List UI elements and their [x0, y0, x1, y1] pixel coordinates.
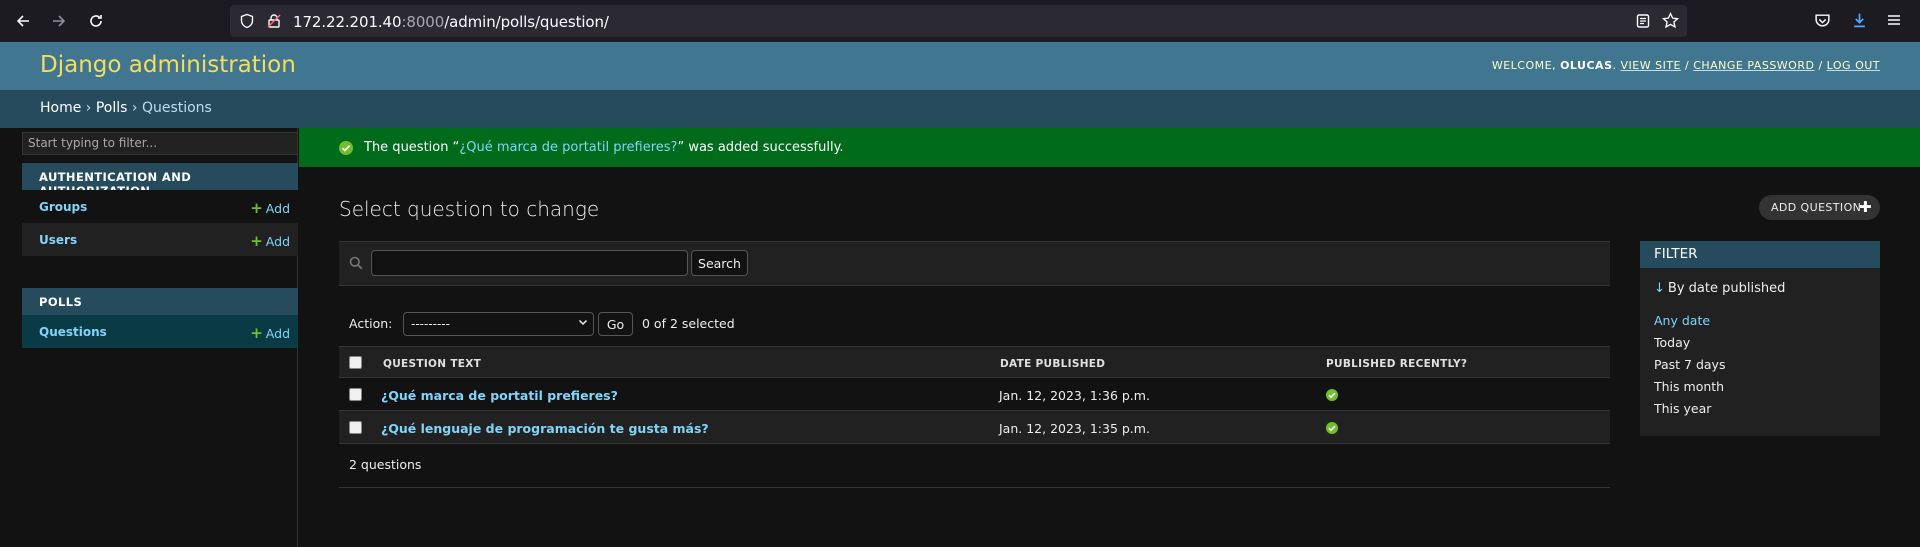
date-published-cell: Jan. 12, 2023, 1:36 p.m.	[999, 388, 1150, 403]
change-password-link[interactable]: CHANGE PASSWORD	[1693, 59, 1814, 72]
column-header-published-recently: PUBLISHED RECENTLY?	[1326, 358, 1468, 370]
column-header-question-text[interactable]: QUESTION TEXT	[383, 358, 481, 370]
welcome-text: WELCOME,	[1491, 59, 1557, 72]
sidebar-item-users: Users + Add	[22, 223, 298, 256]
select-all-checkbox[interactable]	[349, 356, 362, 369]
add-questions-link[interactable]: + Add	[250, 324, 290, 342]
back-icon[interactable]	[11, 9, 35, 33]
view-site-link[interactable]: VIEW SITE	[1621, 59, 1682, 72]
url-text[interactable]: 172.22.201.40:8000/admin/polls/question/	[293, 13, 609, 31]
success-check-icon	[339, 141, 353, 155]
action-select[interactable]: ---------	[403, 312, 594, 336]
breadcrumb-current: Questions	[141, 100, 212, 116]
sidebar-item-label[interactable]: Users	[39, 233, 77, 247]
selected-count: 0 of 2 selected	[642, 316, 735, 331]
url-host: 172.22.201.40	[293, 13, 402, 31]
bookmark-star-icon[interactable]	[1661, 11, 1680, 32]
table-row: ¿Qué lenguaje de programación te gusta m…	[339, 411, 1610, 444]
add-label: Add	[265, 326, 290, 341]
date-published-cell: Jan. 12, 2023, 1:35 p.m.	[999, 421, 1150, 436]
question-link[interactable]: ¿Qué lenguaje de programación te gusta m…	[381, 421, 709, 436]
go-button[interactable]: Go	[598, 312, 633, 336]
add-question-button[interactable]: ADD QUESTION ✚	[1759, 195, 1880, 220]
chevron-down-icon	[577, 316, 589, 331]
plus-icon: ✚	[1859, 198, 1872, 216]
result-count: 2 questions	[349, 457, 422, 472]
search-input[interactable]	[371, 250, 688, 276]
log-out-link[interactable]: LOG OUT	[1827, 59, 1880, 72]
search-icon	[349, 256, 363, 273]
row-checkbox[interactable]	[349, 388, 362, 401]
add-label: Add	[265, 234, 290, 249]
action-select-value: ---------	[411, 317, 450, 331]
search-button[interactable]: Search	[691, 250, 748, 276]
nav-filter-input[interactable]: Start typing to filter...	[22, 132, 298, 155]
filter-title: FILTER	[1640, 241, 1880, 268]
reload-icon[interactable]	[84, 9, 108, 33]
app-caption-auth[interactable]: AUTHENTICATION AND AUTHORIZATION	[22, 163, 298, 198]
downloads-icon[interactable]	[1851, 11, 1868, 32]
site-brand[interactable]: Django administration	[40, 52, 296, 78]
search-toolbar: Search	[339, 241, 1610, 286]
menu-icon[interactable]	[1886, 12, 1902, 31]
app-caption-polls[interactable]: POLLS	[22, 288, 298, 315]
yes-icon	[1326, 422, 1338, 434]
table-header: QUESTION TEXT DATE PUBLISHED PUBLISHED R…	[339, 346, 1610, 378]
add-groups-link[interactable]: + Add	[250, 199, 290, 217]
browser-toolbar: 172.22.201.40:8000/admin/polls/question/	[0, 0, 1920, 42]
message-question-link[interactable]: ¿Qué marca de portatil prefieres?	[459, 140, 677, 155]
paginator: 2 questions	[339, 444, 1610, 488]
arrow-down-icon: ↓	[1654, 281, 1665, 296]
url-path: /admin/polls/question/	[444, 13, 609, 31]
row-checkbox[interactable]	[349, 421, 362, 434]
add-users-link[interactable]: + Add	[250, 232, 290, 250]
filter-option-this-year[interactable]: This year	[1654, 401, 1711, 416]
filter-option-past-7-days[interactable]: Past 7 days	[1654, 357, 1725, 372]
message-suffix: ” was added successfully.	[677, 140, 844, 155]
add-question-label: ADD QUESTION	[1771, 201, 1862, 214]
username: OLUCAS	[1560, 59, 1613, 72]
breadcrumb-polls[interactable]: Polls	[96, 100, 128, 116]
pocket-icon[interactable]	[1814, 12, 1831, 32]
action-label: Action:	[349, 316, 393, 331]
yes-icon	[1326, 389, 1338, 401]
site-header: Django administration WELCOME, OLUCAS. V…	[0, 42, 1920, 90]
table-row: ¿Qué marca de portatil prefieres? Jan. 1…	[339, 378, 1610, 411]
changelist-filter: FILTER ↓ By date published Any date Today…	[1640, 241, 1880, 436]
sidebar-item-questions: Questions + Add	[22, 315, 298, 348]
shield-icon[interactable]	[239, 13, 255, 32]
column-header-date-published[interactable]: DATE PUBLISHED	[1000, 358, 1105, 370]
plus-icon: +	[250, 324, 263, 342]
breadcrumb-home[interactable]: Home	[40, 100, 81, 116]
message-prefix: The question “	[364, 140, 460, 155]
plus-icon: +	[250, 232, 263, 250]
user-tools: WELCOME, OLUCAS. VIEW SITE / CHANGE PASS…	[1491, 59, 1880, 72]
sidebar-item-label[interactable]: Groups	[39, 200, 87, 214]
filter-option-today[interactable]: Today	[1654, 335, 1690, 350]
insecure-lock-icon[interactable]	[266, 13, 282, 32]
nav-sidebar: Start typing to filter... AUTHENTICATION…	[0, 128, 298, 547]
filter-heading-label: By date published	[1667, 281, 1786, 296]
sidebar-item-groups: Groups + Add	[22, 190, 298, 223]
filter-option-any-date[interactable]: Any date	[1654, 313, 1710, 328]
reader-view-icon[interactable]	[1635, 13, 1651, 32]
message-text: The question “¿Qué marca de portatil pre…	[364, 140, 844, 155]
question-link[interactable]: ¿Qué marca de portatil prefieres?	[381, 388, 618, 403]
page-title: Select question to change	[339, 197, 600, 221]
breadcrumb: Home › Polls › Questions	[0, 90, 1920, 128]
url-port: :8000	[401, 13, 445, 31]
add-label: Add	[265, 201, 290, 216]
filter-option-this-month[interactable]: This month	[1654, 379, 1724, 394]
sidebar-item-label[interactable]: Questions	[39, 325, 107, 339]
success-message: The question “¿Qué marca de portatil pre…	[299, 128, 1920, 167]
url-bar[interactable]: 172.22.201.40:8000/admin/polls/question/	[230, 5, 1687, 37]
plus-icon: +	[250, 199, 263, 217]
actions-bar: Action: --------- Go 0 of 2 selected	[339, 308, 1039, 338]
forward-icon[interactable]	[47, 9, 71, 33]
filter-heading[interactable]: ↓ By date published	[1654, 281, 1785, 296]
